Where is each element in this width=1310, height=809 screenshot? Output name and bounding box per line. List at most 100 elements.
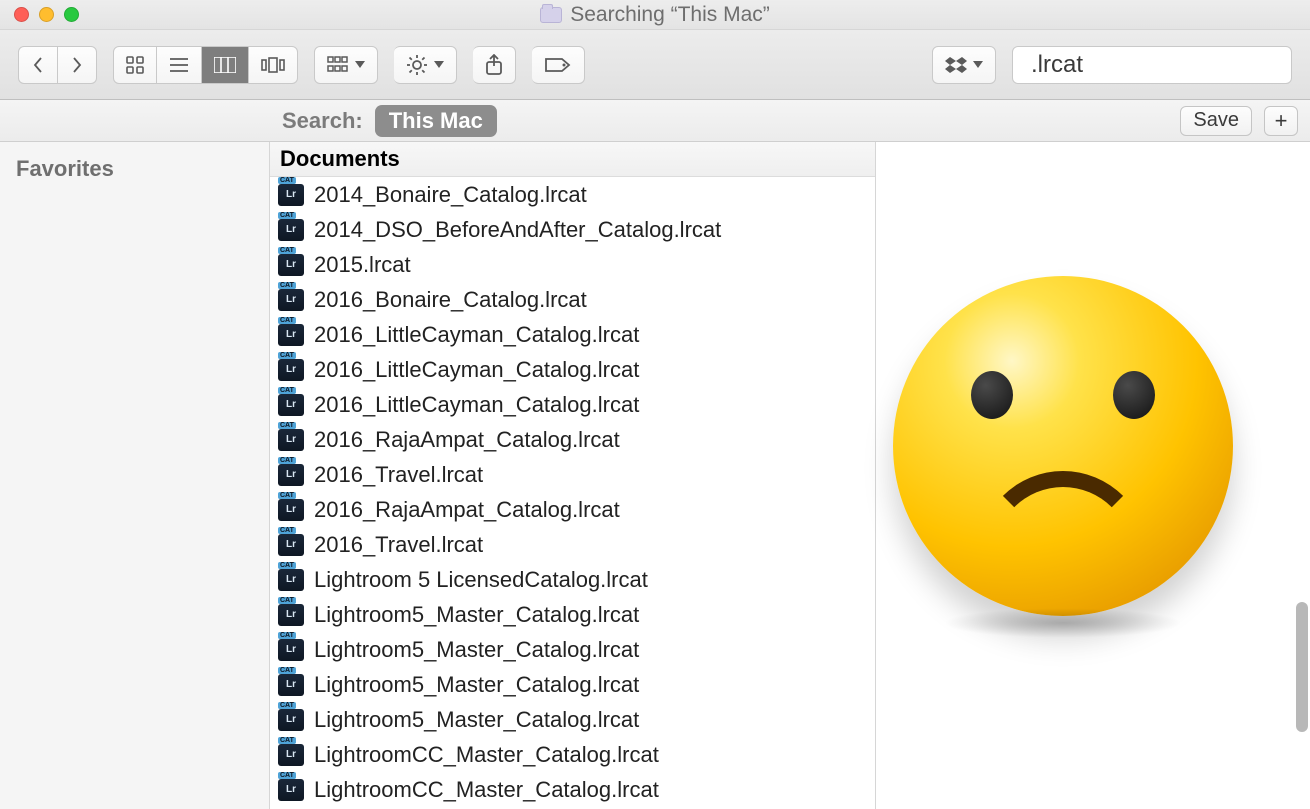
search-field[interactable] bbox=[1012, 46, 1292, 84]
file-name: 2015.lrcat bbox=[314, 252, 411, 278]
lightroom-catalog-icon bbox=[278, 499, 304, 521]
dropbox-icon bbox=[945, 56, 967, 74]
file-name: LightroomCC_Master_Catalog.lrcat bbox=[314, 777, 659, 803]
plus-icon: + bbox=[1275, 108, 1288, 134]
file-name: Lightroom5_Master_Catalog.lrcat bbox=[314, 602, 639, 628]
lightroom-catalog-icon bbox=[278, 394, 304, 416]
chevron-down-icon bbox=[434, 61, 444, 68]
search-input[interactable] bbox=[1031, 51, 1310, 79]
lightroom-catalog-icon bbox=[278, 289, 304, 311]
chevron-right-icon bbox=[70, 56, 84, 74]
file-row[interactable]: 2016_Bonaire_Catalog.lrcat bbox=[270, 282, 875, 317]
results-column: Documents 2014_Bonaire_Catalog.lrcat2014… bbox=[270, 142, 876, 809]
chevron-down-icon bbox=[355, 61, 365, 68]
sidebar: Favorites bbox=[0, 142, 270, 809]
lightroom-catalog-icon bbox=[278, 639, 304, 661]
lightroom-catalog-icon bbox=[278, 184, 304, 206]
file-name: 2016_LittleCayman_Catalog.lrcat bbox=[314, 392, 639, 418]
search-scope-bar: Search: This Mac Save + bbox=[0, 100, 1310, 142]
file-row[interactable]: 2016_LittleCayman_Catalog.lrcat bbox=[270, 317, 875, 352]
window-body: Favorites Documents 2014_Bonaire_Catalog… bbox=[0, 142, 1310, 809]
lightroom-catalog-icon bbox=[278, 219, 304, 241]
search-scope-label: Search: bbox=[282, 108, 363, 134]
back-button[interactable] bbox=[18, 46, 58, 84]
file-row[interactable]: LightroomCC_Master_Catalog.lrcat bbox=[270, 772, 875, 807]
preview-column bbox=[876, 142, 1310, 809]
file-row[interactable]: Lightroom5_Master_Catalog.lrcat bbox=[270, 702, 875, 737]
lightroom-catalog-icon bbox=[278, 254, 304, 276]
sad-face-image bbox=[893, 276, 1233, 616]
file-name: 2016_Travel.lrcat bbox=[314, 462, 483, 488]
share-button[interactable] bbox=[473, 46, 516, 84]
lightroom-catalog-icon bbox=[278, 709, 304, 731]
lightroom-catalog-icon bbox=[278, 534, 304, 556]
close-window-button[interactable] bbox=[14, 7, 29, 22]
add-search-criteria-button[interactable]: + bbox=[1264, 106, 1298, 136]
file-name: 2016_RajaAmpat_Catalog.lrcat bbox=[314, 427, 620, 453]
file-row[interactable]: 2016_RajaAmpat_Catalog.lrcat bbox=[270, 492, 875, 527]
file-row[interactable]: 2014_DSO_BeforeAndAfter_Catalog.lrcat bbox=[270, 212, 875, 247]
window-controls bbox=[0, 7, 79, 22]
file-name: Lightroom5_Master_Catalog.lrcat bbox=[314, 707, 639, 733]
view-switcher bbox=[113, 46, 298, 84]
file-list[interactable]: 2014_Bonaire_Catalog.lrcat 2014_DSO_Befor… bbox=[270, 177, 875, 807]
action-button[interactable] bbox=[394, 46, 457, 84]
scrollbar-thumb[interactable] bbox=[1296, 602, 1308, 732]
file-name: Lightroom5_Master_Catalog.lrcat bbox=[314, 672, 639, 698]
window-proxy-icon bbox=[540, 7, 562, 23]
file-name: 2016_Bonaire_Catalog.lrcat bbox=[314, 287, 587, 313]
arrange-icon bbox=[327, 56, 349, 74]
lightroom-catalog-icon bbox=[278, 429, 304, 451]
window-titlebar: Searching “This Mac” bbox=[0, 0, 1310, 30]
file-name: LightroomCC_Master_Catalog.lrcat bbox=[314, 742, 659, 768]
results-group-header: Documents bbox=[270, 142, 875, 177]
file-row[interactable]: 2016_Travel.lrcat bbox=[270, 457, 875, 492]
file-row[interactable]: 2016_Travel.lrcat bbox=[270, 527, 875, 562]
file-name: 2016_RajaAmpat_Catalog.lrcat bbox=[314, 497, 620, 523]
file-row[interactable]: Lightroom5_Master_Catalog.lrcat bbox=[270, 597, 875, 632]
icon-view-button[interactable] bbox=[113, 46, 157, 84]
file-row[interactable]: Lightroom5_Master_Catalog.lrcat bbox=[270, 632, 875, 667]
zoom-window-button[interactable] bbox=[64, 7, 79, 22]
list-icon bbox=[169, 57, 189, 73]
minimize-window-button[interactable] bbox=[39, 7, 54, 22]
column-view: Documents 2014_Bonaire_Catalog.lrcat2014… bbox=[270, 142, 1310, 809]
file-name: Lightroom 5 LicensedCatalog.lrcat bbox=[314, 567, 648, 593]
nav-buttons bbox=[18, 46, 97, 84]
file-row[interactable]: Lightroom 5 LicensedCatalog.lrcat bbox=[270, 562, 875, 597]
file-row[interactable]: 2015.lrcat bbox=[270, 247, 875, 282]
sidebar-heading-favorites: Favorites bbox=[16, 156, 253, 182]
file-row[interactable]: 2016_LittleCayman_Catalog.lrcat bbox=[270, 387, 875, 422]
window-title: Searching “This Mac” bbox=[570, 3, 770, 27]
toolbar bbox=[0, 30, 1310, 100]
chevron-left-icon bbox=[31, 56, 45, 74]
file-name: 2014_Bonaire_Catalog.lrcat bbox=[314, 182, 587, 208]
save-search-label: Save bbox=[1193, 109, 1239, 132]
tag-icon bbox=[544, 56, 572, 74]
lightroom-catalog-icon bbox=[278, 569, 304, 591]
lightroom-catalog-icon bbox=[278, 604, 304, 626]
lightroom-catalog-icon bbox=[278, 324, 304, 346]
dropbox-button[interactable] bbox=[932, 46, 996, 84]
file-row[interactable]: LightroomCC_Master_Catalog.lrcat bbox=[270, 737, 875, 772]
file-name: 2016_LittleCayman_Catalog.lrcat bbox=[314, 322, 639, 348]
list-view-button[interactable] bbox=[157, 46, 202, 84]
file-row[interactable]: 2014_Bonaire_Catalog.lrcat bbox=[270, 177, 875, 212]
grid-icon bbox=[126, 56, 144, 74]
column-view-button[interactable] bbox=[202, 46, 249, 84]
file-row[interactable]: 2016_RajaAmpat_Catalog.lrcat bbox=[270, 422, 875, 457]
chevron-down-icon bbox=[973, 61, 983, 68]
lightroom-catalog-icon bbox=[278, 674, 304, 696]
tags-button[interactable] bbox=[532, 46, 585, 84]
coverflow-view-button[interactable] bbox=[249, 46, 298, 84]
columns-icon bbox=[214, 57, 236, 73]
file-name: Lightroom5_Master_Catalog.lrcat bbox=[314, 637, 639, 663]
share-icon bbox=[485, 54, 503, 76]
lightroom-catalog-icon bbox=[278, 464, 304, 486]
arrange-button[interactable] bbox=[314, 46, 378, 84]
search-scope-this-mac[interactable]: This Mac bbox=[375, 105, 497, 137]
save-search-button[interactable]: Save bbox=[1180, 106, 1252, 136]
forward-button[interactable] bbox=[58, 46, 97, 84]
file-row[interactable]: 2016_LittleCayman_Catalog.lrcat bbox=[270, 352, 875, 387]
file-row[interactable]: Lightroom5_Master_Catalog.lrcat bbox=[270, 667, 875, 702]
